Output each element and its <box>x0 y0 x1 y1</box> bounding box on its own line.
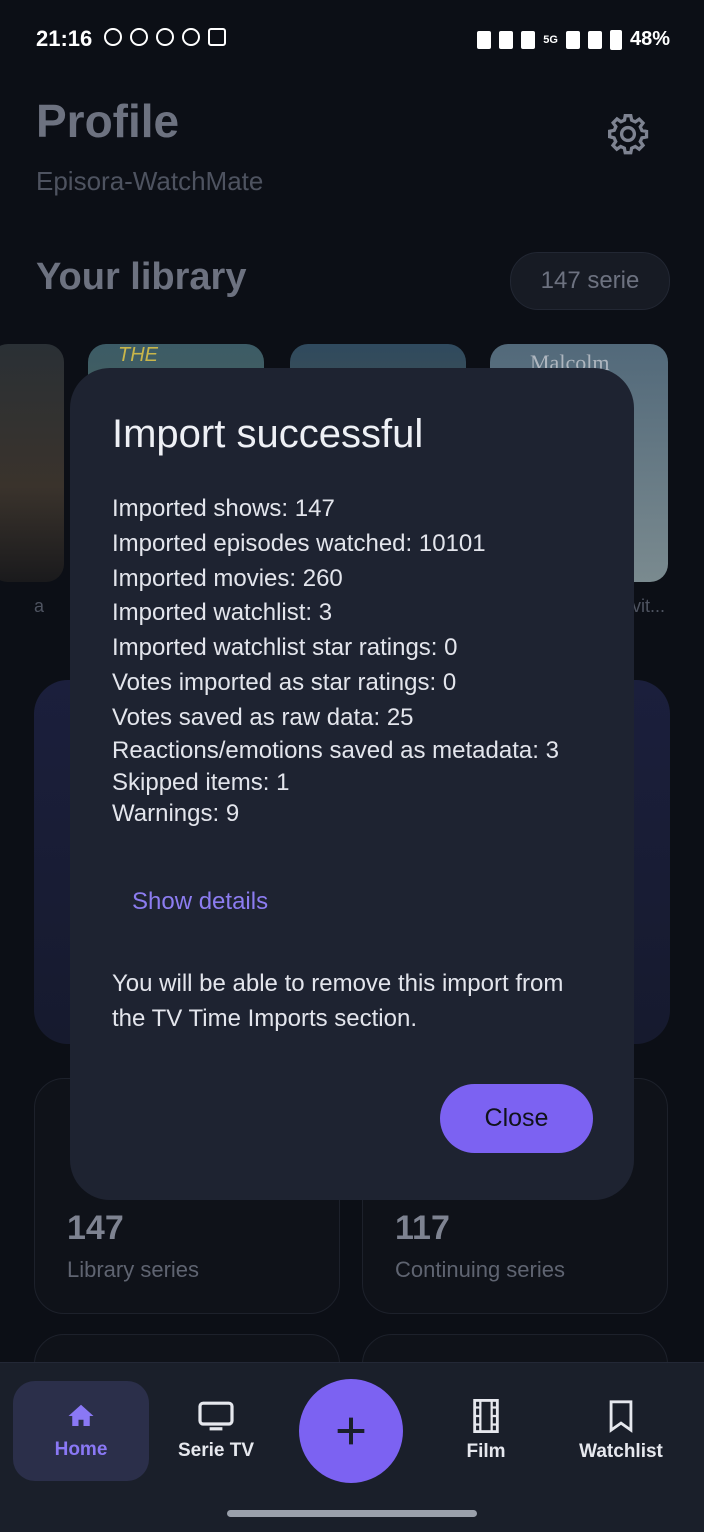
close-button[interactable]: Close <box>440 1084 593 1153</box>
dialog-title: Import successful <box>112 412 424 456</box>
nav-item-watchlist[interactable]: Watchlist <box>553 1381 689 1481</box>
poster-art-text: THE <box>118 344 158 366</box>
summary-line: Warnings: 9 <box>112 800 240 828</box>
tv-icon <box>198 1401 234 1431</box>
stat-value: 147 <box>67 1209 124 1247</box>
stat-value: 117 <box>395 1209 450 1247</box>
nav-label: Serie TV <box>177 1440 255 1461</box>
import-summary: Imported shows: 147 Imported episodes wa… <box>112 492 602 828</box>
library-title: Your library <box>36 256 247 298</box>
bottom-navigation: Home Serie TV Film Watchlist <box>0 1362 704 1532</box>
settings-button[interactable] <box>606 112 650 156</box>
poster-caption: a <box>34 596 45 616</box>
nav-label: Watchlist <box>579 1441 663 1462</box>
summary-line: Votes imported as star ratings: 0 <box>112 668 457 696</box>
summary-line: Votes saved as raw data: 25 <box>112 703 414 731</box>
home-icon <box>68 1404 94 1426</box>
page-subtitle: Episora-WatchMate <box>36 166 264 196</box>
gear-icon <box>608 114 649 155</box>
stat-label: Continuing series <box>395 1257 565 1282</box>
summary-line: Reactions/emotions saved as metadata: 3 <box>112 736 559 764</box>
show-details-link[interactable]: Show details <box>132 888 268 916</box>
summary-line: Imported movies: 260 <box>112 564 343 592</box>
summary-line: Imported episodes watched: 10101 <box>112 529 486 557</box>
page-title: Profile <box>36 95 180 147</box>
plus-icon <box>337 1417 365 1445</box>
add-button[interactable] <box>299 1379 403 1483</box>
summary-line: Imported shows: 147 <box>112 495 335 522</box>
summary-line: Imported watchlist: 3 <box>112 599 333 627</box>
poster-caption: vit... <box>632 596 666 616</box>
film-icon <box>473 1399 499 1433</box>
poster-card[interactable] <box>0 344 64 582</box>
summary-line: Imported watchlist star ratings: 0 <box>112 634 458 662</box>
summary-line: Skipped items: 1 <box>112 768 290 796</box>
nav-item-serie-tv[interactable]: Serie TV <box>148 1381 284 1481</box>
dialog-note: You will be able to remove this import f… <box>112 970 564 1032</box>
nav-item-home[interactable]: Home <box>13 1381 149 1481</box>
gesture-handle[interactable] <box>227 1510 477 1517</box>
stat-label: Library series <box>67 1257 200 1282</box>
nav-label: Film <box>466 1441 506 1462</box>
nav-label: Home <box>54 1439 108 1460</box>
nav-item-film[interactable]: Film <box>418 1381 554 1481</box>
library-count-pill[interactable]: 147 serie <box>510 252 670 310</box>
import-success-dialog: Import successful Imported shows: 147 Im… <box>70 368 634 1200</box>
bookmark-icon <box>609 1400 633 1433</box>
